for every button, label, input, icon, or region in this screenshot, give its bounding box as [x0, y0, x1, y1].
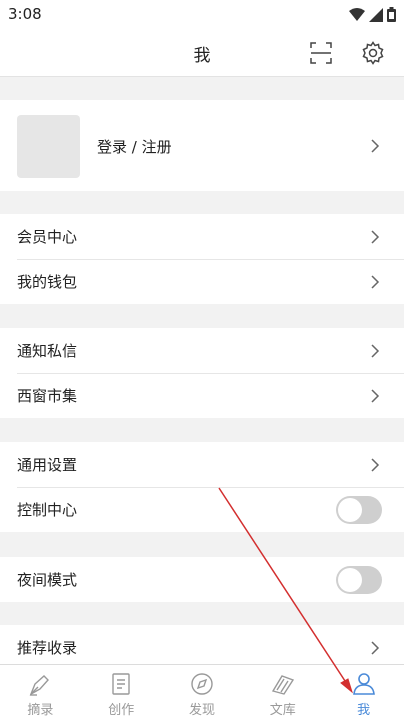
chevron-right-icon	[371, 388, 380, 403]
chevron-right-icon	[371, 229, 380, 244]
section-social: 通知私信 西窗市集	[0, 328, 404, 418]
tab-excerpts[interactable]: 摘录	[0, 665, 81, 721]
chevron-right-icon	[371, 274, 380, 289]
tab-library[interactable]: 文库	[242, 665, 323, 721]
tab-label: 我	[357, 703, 371, 718]
compass-icon	[191, 673, 213, 695]
tab-label: 发现	[188, 703, 215, 718]
pen-icon	[30, 675, 50, 696]
tab-create[interactable]: 创作	[81, 665, 162, 721]
avatar	[17, 115, 80, 178]
menu-item-general-settings[interactable]: 通用设置	[0, 442, 404, 487]
menu-item-label: 我的钱包	[17, 273, 78, 291]
toggle-knob	[338, 497, 362, 522]
scan-button[interactable]	[307, 39, 335, 67]
section-settings: 通用设置 控制中心	[0, 442, 404, 532]
books-icon	[271, 675, 294, 695]
tab-me[interactable]: 我	[323, 665, 404, 721]
menu-item-wallet[interactable]: 我的钱包	[0, 259, 404, 304]
menu-item-membership[interactable]: 会员中心	[0, 214, 404, 259]
bottom-tab-bar: 摘录 创作 发现 文库 我	[0, 664, 404, 721]
login-row[interactable]: 登录 / 注册	[0, 100, 404, 191]
app-header: 我	[0, 30, 404, 77]
tab-label: 文库	[269, 703, 296, 718]
document-icon	[112, 673, 130, 695]
tab-label: 创作	[108, 703, 135, 718]
menu-item-label: 会员中心	[17, 228, 78, 246]
toggle-knob	[338, 567, 362, 592]
tab-discover[interactable]: 发现	[162, 665, 243, 721]
section-account: 会员中心 我的钱包	[0, 214, 404, 304]
page-title: 我	[193, 46, 211, 66]
menu-item-label: 通用设置	[17, 456, 78, 474]
chevron-right-icon	[371, 343, 380, 358]
menu-item-label: 夜间模式	[17, 571, 78, 589]
status-icons	[349, 7, 396, 22]
control-center-toggle[interactable]	[336, 495, 382, 524]
menu-item-label: 控制中心	[17, 501, 78, 519]
night-mode-toggle[interactable]	[336, 565, 382, 594]
person-icon	[352, 673, 375, 695]
battery-icon	[387, 7, 396, 22]
section-display: 夜间模式	[0, 557, 404, 602]
menu-item-label: 推荐收录	[17, 639, 78, 657]
signal-icon	[369, 7, 383, 22]
gear-icon	[362, 41, 384, 65]
chevron-right-icon	[371, 138, 380, 153]
menu-item-night-mode: 夜间模式	[0, 557, 404, 602]
menu-item-notifications[interactable]: 通知私信	[0, 328, 404, 373]
menu-item-label: 西窗市集	[17, 387, 78, 405]
status-bar: 3:08	[0, 0, 404, 30]
scan-icon	[310, 42, 332, 64]
menu-item-label: 通知私信	[17, 342, 78, 360]
menu-item-control-center: 控制中心	[0, 487, 404, 532]
login-label: 登录 / 注册	[97, 138, 172, 156]
tab-label: 摘录	[27, 703, 54, 718]
settings-button[interactable]	[359, 39, 387, 67]
chevron-right-icon	[371, 640, 380, 655]
menu-item-market[interactable]: 西窗市集	[0, 373, 404, 418]
wifi-icon	[349, 7, 365, 21]
status-time: 3:08	[8, 5, 42, 23]
chevron-right-icon	[371, 457, 380, 472]
